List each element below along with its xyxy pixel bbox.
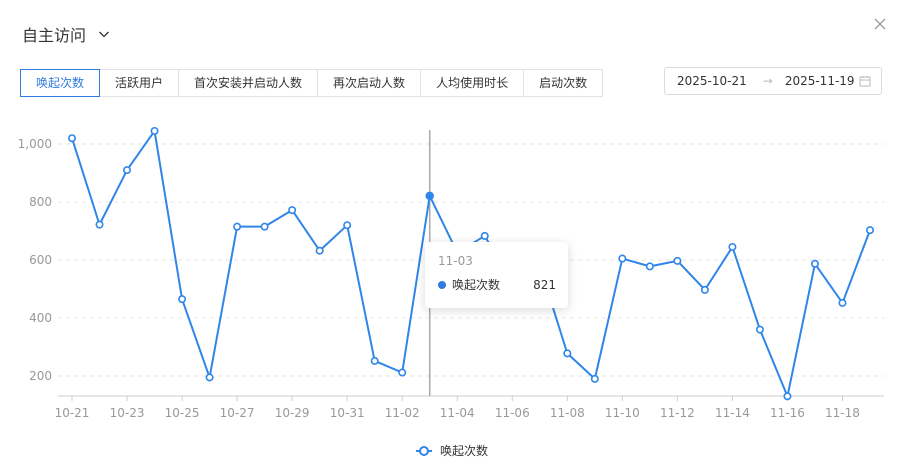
line-chart: 200 400 600 800 1,000 10-21 10-23 10-25 10-27 10-… <box>18 126 884 420</box>
x-tick-label: 11-08 <box>550 406 585 420</box>
data-point <box>865 226 874 235</box>
y-tick-label: 600 <box>29 253 52 267</box>
tooltip-row: 唤起次数 821 <box>438 276 556 293</box>
x-tick-label: 10-25 <box>165 406 200 420</box>
data-point <box>838 298 847 307</box>
x-tick-label: 11-10 <box>605 406 640 420</box>
data-point <box>673 256 682 265</box>
data-point <box>233 222 242 231</box>
y-tick-label: 400 <box>29 311 52 325</box>
data-point <box>178 295 187 304</box>
data-point <box>700 285 709 294</box>
data-point <box>260 222 269 231</box>
x-tick-label: 11-16 <box>770 406 805 420</box>
x-tick-label: 11-14 <box>715 406 750 420</box>
x-tick-label: 11-18 <box>825 406 860 420</box>
legend-line-icon <box>416 445 432 456</box>
x-tick-label: 11-06 <box>495 406 530 420</box>
data-point <box>590 374 599 383</box>
data-point <box>123 166 132 175</box>
data-point <box>205 373 214 382</box>
data-point <box>810 259 819 268</box>
data-point <box>315 246 324 255</box>
data-point <box>755 325 764 334</box>
data-point <box>728 242 737 251</box>
x-tick-label: 10-21 <box>55 406 90 420</box>
x-tick-label: 10-31 <box>330 406 365 420</box>
tooltip-series-name: 唤起次数 <box>452 278 501 292</box>
x-tick-label: 11-04 <box>440 406 475 420</box>
tab-wakeup-count[interactable]: 唤起次数 <box>20 69 101 97</box>
data-point <box>288 206 297 215</box>
data-point <box>370 356 379 365</box>
x-tick-label: 11-02 <box>385 406 420 420</box>
tooltip-date: 11-03 <box>438 254 473 268</box>
x-tick-label: 10-27 <box>220 406 255 420</box>
x-tick-label: 11-12 <box>660 406 695 420</box>
data-point-highlighted <box>425 191 434 201</box>
y-tick-label: 1,000 <box>18 137 52 151</box>
data-point <box>343 221 352 230</box>
tooltip-value: 821 <box>533 277 556 292</box>
data-point <box>618 254 627 263</box>
chart-legend[interactable]: 唤起次数 <box>416 442 488 459</box>
data-point <box>95 220 104 229</box>
series-dot-icon <box>438 280 446 289</box>
data-point <box>398 368 407 377</box>
data-point <box>783 392 792 401</box>
data-point <box>480 231 489 240</box>
data-point <box>68 134 77 143</box>
chart-tooltip: 11-03 唤起次数 821 <box>425 242 568 308</box>
data-point <box>563 349 572 358</box>
x-tick-label: 10-29 <box>275 406 310 420</box>
x-tick-label: 10-23 <box>110 406 145 420</box>
y-tick-label: 800 <box>29 195 52 209</box>
y-tick-label: 200 <box>29 369 52 383</box>
data-point <box>645 262 654 271</box>
legend-label: 唤起次数 <box>440 444 489 458</box>
data-point <box>150 126 159 135</box>
